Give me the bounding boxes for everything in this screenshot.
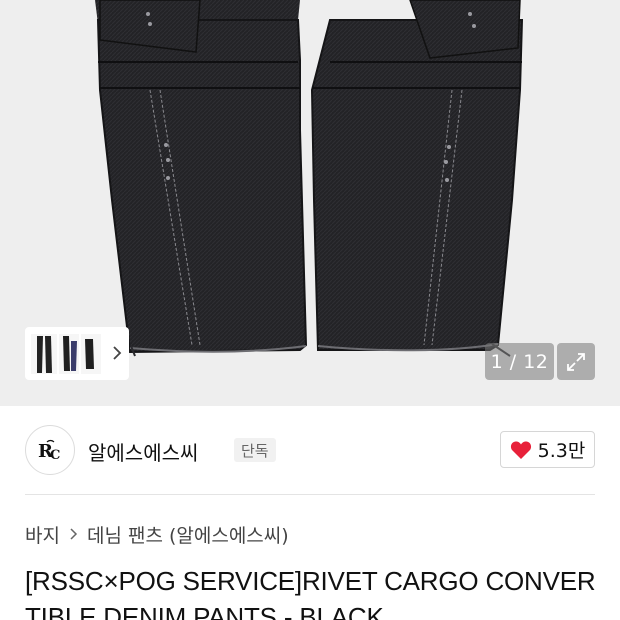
expand-icon <box>567 352 585 371</box>
breadcrumb-item-pants[interactable]: 바지 <box>25 521 60 548</box>
chevron-right-icon[interactable] <box>111 344 123 362</box>
breadcrumb-item-denim-pants[interactable]: 데님 팬츠 (알에스에스씨) <box>87 521 289 548</box>
image-counter: 1 / 12 <box>485 343 554 380</box>
divider <box>25 494 595 495</box>
chevron-right-icon <box>69 527 78 541</box>
brand-logo[interactable]: R C <box>25 425 75 475</box>
breadcrumb: 바지 데님 팬츠 (알에스에스씨) <box>25 521 289 547</box>
svg-text:C: C <box>50 448 60 462</box>
like-button[interactable]: 5.3만 <box>500 431 595 468</box>
rssc-logo-icon: R C <box>38 439 60 462</box>
product-title: [RSSC×POG SERVICE]RIVET CARGO CONVERTIBL… <box>25 566 596 620</box>
thumbnail-strip[interactable] <box>25 327 129 380</box>
exclusive-badge: 단독 <box>234 438 276 462</box>
product-image-gallery[interactable]: 1 / 12 <box>0 0 620 406</box>
expand-button[interactable] <box>557 343 595 380</box>
brand-row: R C 알에스에스씨 단독 5.3만 <box>25 425 595 475</box>
brand-name[interactable]: 알에스에스씨 <box>88 437 198 466</box>
like-count: 5.3만 <box>537 440 586 462</box>
heart-icon <box>510 440 531 459</box>
product-thumbnail[interactable] <box>29 331 105 376</box>
